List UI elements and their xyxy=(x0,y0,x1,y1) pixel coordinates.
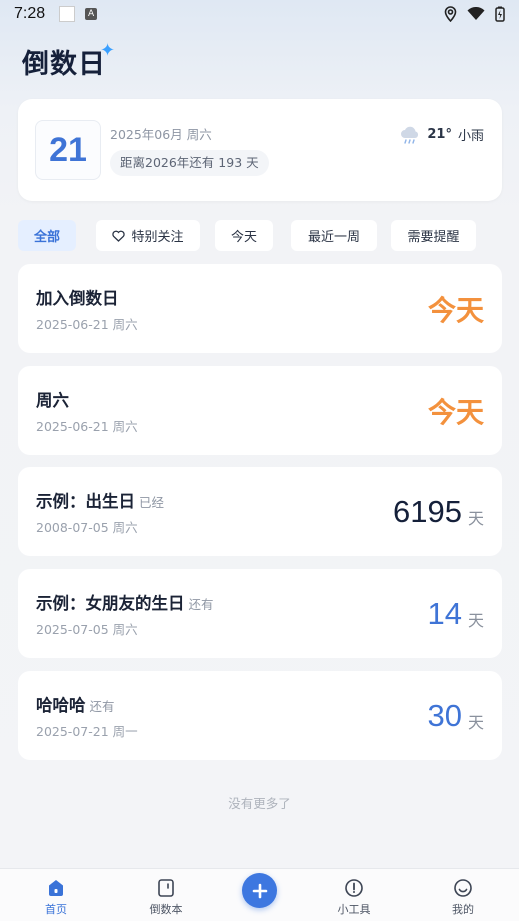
filter-reminder[interactable]: 需要提醒 xyxy=(391,220,476,251)
tools-icon xyxy=(345,879,363,897)
filter-all[interactable]: 全部 xyxy=(18,220,76,251)
tab-notebook-label: 倒数本 xyxy=(149,903,183,916)
event-card[interactable]: 周六 2025-06-21 周六 今天 xyxy=(18,366,502,455)
filter-favorites-label: 特别关注 xyxy=(131,230,184,245)
tab-profile[interactable]: 我的 xyxy=(413,869,513,921)
notebook-icon xyxy=(158,879,174,897)
tab-notebook[interactable]: 倒数本 xyxy=(116,869,216,921)
plus-icon xyxy=(252,883,267,898)
weather: 21° 小雨 xyxy=(399,125,484,144)
event-title: 周六 xyxy=(36,391,69,410)
year-remaining: 距离2026年还有 193 天 xyxy=(110,150,269,176)
filter-favorites[interactable]: 特别关注 xyxy=(96,220,200,251)
event-unit: 天 xyxy=(467,712,484,732)
tab-tools[interactable]: 小工具 xyxy=(304,869,404,921)
tab-home-label: 首页 xyxy=(45,903,67,916)
event-date: 2025-07-21 周一 xyxy=(36,724,138,739)
event-unit: 天 xyxy=(467,610,484,630)
event-today: 今天 xyxy=(427,395,484,429)
event-days: 14 xyxy=(427,595,462,631)
sparkle-icon: ✦ xyxy=(100,40,116,61)
event-date: 2008-07-05 周六 xyxy=(36,520,138,535)
event-title: 加入倒数日 xyxy=(36,289,119,308)
event-title: 哈哈哈 还有 xyxy=(36,696,115,715)
weather-temp: 21° xyxy=(427,127,452,142)
location-icon xyxy=(444,6,457,22)
page-title: 倒数日 xyxy=(22,49,106,80)
day-number: 21 xyxy=(35,120,101,180)
date-line: 2025年06月 周六 xyxy=(110,127,212,142)
date-card: 21 2025年06月 周六 距离2026年还有 193 天 21° 小雨 xyxy=(18,99,502,201)
event-days: 6195 xyxy=(393,493,462,529)
wifi-icon xyxy=(467,7,485,20)
event-card[interactable]: 哈哈哈 还有 2025-07-21 周一 30 天 xyxy=(18,671,502,760)
event-card[interactable]: 示例：出生日 已经 2008-07-05 周六 6195 天 xyxy=(18,467,502,556)
event-card[interactable]: 示例：女朋友的生日 还有 2025-07-05 周六 14 天 xyxy=(18,569,502,658)
event-today: 今天 xyxy=(427,293,484,327)
event-state: 还有 xyxy=(188,597,214,612)
status-time: 7:28 xyxy=(14,5,46,22)
event-state: 已经 xyxy=(139,495,165,510)
event-date: 2025-06-21 周六 xyxy=(36,419,138,434)
smile-icon xyxy=(454,879,472,897)
event-date: 2025-06-21 周六 xyxy=(36,317,138,332)
event-days: 30 xyxy=(427,697,462,733)
event-title: 示例：出生日 已经 xyxy=(36,492,165,511)
event-state: 还有 xyxy=(89,699,115,714)
cloud-rain-icon xyxy=(401,126,419,144)
notification-icon xyxy=(59,6,76,22)
event-title: 示例：女朋友的生日 还有 xyxy=(36,594,214,613)
tab-home[interactable]: 首页 xyxy=(6,869,106,921)
event-card[interactable]: 加入倒数日 2025-06-21 周六 今天 xyxy=(18,264,502,353)
tab-tools-label: 小工具 xyxy=(337,903,371,916)
app-notification-icon: A xyxy=(85,8,98,20)
event-date: 2025-07-05 周六 xyxy=(36,622,138,637)
add-event-button[interactable] xyxy=(242,873,277,908)
home-icon xyxy=(49,880,63,896)
filter-week[interactable]: 最近一周 xyxy=(291,220,377,251)
status-bar: 7:28 A xyxy=(0,0,519,28)
weather-condition: 小雨 xyxy=(457,129,484,144)
heart-icon xyxy=(112,230,126,242)
battery-icon xyxy=(495,6,505,22)
tab-profile-label: 我的 xyxy=(452,903,474,916)
event-unit: 天 xyxy=(467,508,484,528)
list-end-text: 没有更多了 xyxy=(228,796,291,811)
filter-today[interactable]: 今天 xyxy=(215,220,273,251)
